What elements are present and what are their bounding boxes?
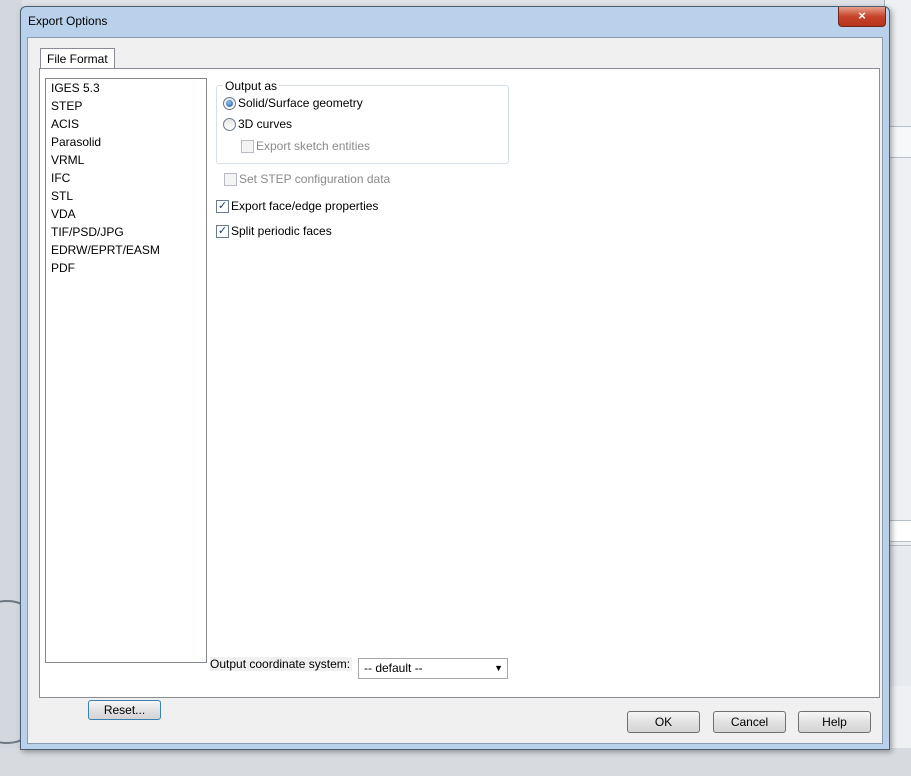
solid-surface-radio[interactable]	[223, 97, 236, 110]
export-sketch-checkbox[interactable]	[241, 140, 254, 153]
output-as-legend: Output as	[223, 79, 280, 93]
ok-button[interactable]: OK	[627, 711, 700, 733]
format-item-step[interactable]: STEP	[51, 97, 82, 115]
format-item-stl[interactable]: STL	[51, 187, 73, 205]
title-bar[interactable]: Export Options ×	[21, 7, 889, 37]
close-button[interactable]: ×	[838, 7, 886, 27]
3d-curves-radio[interactable]	[223, 118, 236, 131]
split-periodic-faces-checkbox[interactable]: ✓	[216, 225, 229, 238]
3d-curves-label[interactable]: 3D curves	[238, 117, 292, 131]
dialog-client-area: File Format IGES 5.3 STEP ACIS Parasolid…	[27, 37, 883, 744]
format-item-tif-psd-jpg[interactable]: TIF/PSD/JPG	[51, 223, 124, 241]
check-mark-icon: ✓	[217, 225, 228, 237]
background-status-area	[0, 748, 911, 776]
step-config-checkbox[interactable]	[224, 173, 237, 186]
output-as-group: Output as Solid/Surface geometry 3D curv…	[216, 79, 509, 164]
step-config-label: Set STEP configuration data	[239, 172, 391, 186]
background-toolbar-icon	[889, 126, 911, 158]
coordinate-system-label: Output coordinate system:	[210, 657, 352, 671]
background-left-area	[0, 0, 44, 776]
format-item-pdf[interactable]: PDF	[51, 259, 75, 277]
export-options-dialog: Export Options × File Format IGES 5.3 ST…	[20, 6, 890, 750]
background-field	[889, 520, 911, 542]
format-item-iges[interactable]: IGES 5.3	[51, 79, 100, 97]
cancel-button[interactable]: Cancel	[713, 711, 786, 733]
format-item-acis[interactable]: ACIS	[51, 115, 79, 133]
reset-button[interactable]: Reset...	[88, 700, 161, 720]
dialog-title: Export Options	[28, 14, 108, 28]
format-item-edrw[interactable]: EDRW/EPRT/EASM	[51, 241, 160, 259]
format-item-vda[interactable]: VDA	[51, 205, 76, 223]
check-mark-icon: ✓	[217, 200, 228, 212]
format-item-vrml[interactable]: VRML	[51, 151, 84, 169]
background-panel	[889, 545, 911, 686]
close-icon: ×	[858, 8, 866, 23]
export-face-edge-checkbox[interactable]: ✓	[216, 200, 229, 213]
format-list[interactable]: IGES 5.3 STEP ACIS Parasolid VRML IFC ST…	[45, 78, 207, 663]
export-sketch-label: Export sketch entities	[256, 139, 371, 153]
format-item-parasolid[interactable]: Parasolid	[51, 133, 101, 151]
help-button[interactable]: Help	[798, 711, 871, 733]
chevron-down-icon: ▼	[494, 663, 503, 673]
file-format-panel: IGES 5.3 STEP ACIS Parasolid VRML IFC ST…	[39, 68, 880, 698]
coordinate-system-value: -- default --	[364, 661, 423, 675]
format-item-ifc[interactable]: IFC	[51, 169, 70, 187]
tab-file-format[interactable]: File Format	[40, 48, 115, 69]
coordinate-system-dropdown[interactable]: -- default -- ▼	[358, 658, 508, 679]
solid-surface-label[interactable]: Solid/Surface geometry	[238, 96, 363, 110]
split-periodic-faces-label[interactable]: Split periodic faces	[231, 224, 332, 238]
export-face-edge-label[interactable]: Export face/edge properties	[231, 199, 378, 213]
